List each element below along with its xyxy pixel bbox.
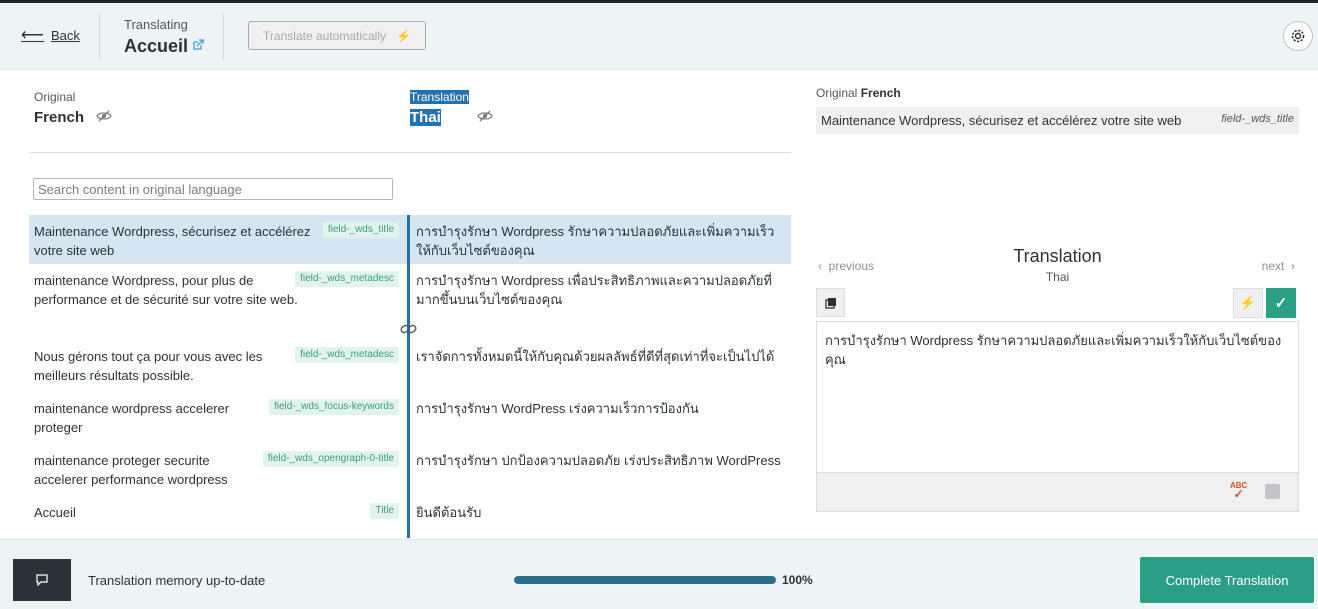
external-link-icon[interactable] <box>192 39 204 54</box>
copy-icon <box>824 297 836 309</box>
field-badge: field-_wds_focus-keywords <box>268 399 399 415</box>
translation-text: การบำรุงรักษา Wordpress เพื่อประสิทธิภาพ… <box>407 264 791 340</box>
original-cell: maintenance wordpress accelerer proteger… <box>29 392 407 444</box>
arrow-left-icon: ⟵ <box>21 26 44 44</box>
field-badge: field-_wds_opengraph-0-title <box>262 451 399 467</box>
translation-text: การบำรุงรักษา Wordpress รักษาความปลอดภัย… <box>407 215 791 264</box>
comments-button[interactable] <box>13 559 71 601</box>
complete-translation-button[interactable]: Complete Translation <box>1140 557 1314 603</box>
translate-automatically-button[interactable]: Translate automatically ⚡ <box>248 21 426 50</box>
original-language-name: French <box>34 109 85 126</box>
translation-label: Translation <box>410 90 493 104</box>
translation-textarea[interactable]: การบำรุงรักษา Wordpress รักษาความปลอดภัย… <box>817 322 1298 378</box>
progress-bar <box>514 576 776 584</box>
chevron-right-icon: › <box>1291 259 1295 273</box>
field-badge: field-_wds_title <box>322 222 399 238</box>
original-language: French <box>860 86 901 100</box>
string-row[interactable]: Accueil Title ยินดีต้อนรับ <box>29 496 791 538</box>
original-language-header: Original French <box>34 90 112 126</box>
string-row[interactable]: Nous gérons tout ça pour vous avec les m… <box>29 340 791 392</box>
bolt-icon: ⚡ <box>1239 295 1257 310</box>
field-badge: field-_wds_metadesc <box>295 271 399 287</box>
check-icon: ✓ <box>1274 295 1288 312</box>
field-badge: field-_wds_metadesc <box>295 347 399 363</box>
string-row[interactable]: maintenance proteger securite accelerer … <box>29 444 791 496</box>
spellcheck-icon[interactable]: ABC ✓ <box>1230 482 1247 501</box>
eye-hidden-icon[interactable] <box>96 110 112 125</box>
bolt-icon: ⚡ <box>396 28 411 43</box>
divider <box>223 14 224 60</box>
original-cell: maintenance Wordpress, pour plus de perf… <box>29 264 407 340</box>
settings-button[interactable] <box>1283 21 1313 51</box>
string-row[interactable]: maintenance wordpress accelerer proteger… <box>29 392 791 444</box>
next-label: next <box>1261 259 1285 273</box>
translation-text: การบำรุงรักษา WordPress เร่งความเร็วการป… <box>407 392 791 444</box>
original-cell: Maintenance Wordpress, sécurisez et accé… <box>29 215 407 264</box>
translate-automatically-label: Translate automatically <box>263 28 386 43</box>
original-field-name: field-_wds_title <box>1221 113 1294 125</box>
copy-original-button[interactable] <box>816 288 845 317</box>
auto-translate-string-button[interactable]: ⚡ <box>1233 288 1263 318</box>
divider <box>29 152 791 153</box>
next-button[interactable]: next › <box>1262 259 1295 273</box>
original-cell: Nous gérons tout ça pour vous avec les m… <box>29 340 407 392</box>
original-text: Accueil <box>34 505 76 520</box>
translation-text: การบำรุงรักษา ปกป้องความปลอดภัย เร่งประส… <box>407 444 791 496</box>
navigation-row: ‹ previous Translation Thai next › <box>816 246 1299 286</box>
eye-hidden-icon[interactable] <box>477 110 493 125</box>
translating-label: Translating <box>124 17 188 32</box>
translation-language: Thai <box>1045 270 1070 284</box>
divider <box>99 14 100 60</box>
page-title-text: Accueil <box>124 36 189 56</box>
original-source-text: Maintenance Wordpress, sécurisez et accé… <box>821 113 1182 128</box>
original-language: French <box>34 109 112 126</box>
original-label: Original <box>34 90 76 104</box>
search-input[interactable]: Search content in original language <box>33 178 393 200</box>
original-cell: maintenance proteger securite accelerer … <box>29 444 407 496</box>
translation-title: Translation <box>1013 246 1102 266</box>
progress-fill <box>514 576 776 584</box>
translation-memory-status: Translation memory up-to-date <box>88 573 266 588</box>
save-translation-button[interactable]: ✓ <box>1266 288 1296 318</box>
footer-bar: Translation memory up-to-date 100% Compl… <box>0 539 1318 609</box>
field-badge: Title <box>370 503 399 519</box>
original-cell: Accueil Title <box>29 496 407 538</box>
glossary-icon[interactable] <box>1265 484 1280 499</box>
original-label: Original <box>816 86 858 100</box>
string-row[interactable]: Maintenance Wordpress, sécurisez et accé… <box>29 215 791 264</box>
editor-panel: Original French Maintenance Wordpress, s… <box>816 86 1299 512</box>
back-label: Back <box>50 28 80 43</box>
translation-language-name: Thai <box>410 109 441 126</box>
translation-language-header: Translation Thai <box>410 90 493 126</box>
translation-editor[interactable]: การบำรุงรักษา Wordpress รักษาความปลอดภัย… <box>816 321 1299 512</box>
back-button[interactable]: ⟵ Back <box>21 26 80 44</box>
gear-icon <box>1291 29 1305 43</box>
comment-icon <box>36 574 48 586</box>
page-title: Accueil <box>124 36 204 57</box>
editor-header: ⟵ Back Translating Accueil Translate aut… <box>0 3 1318 70</box>
strings-list: Maintenance Wordpress, sécurisez et accé… <box>29 215 791 538</box>
translation-text: ยินดีต้อนรับ <box>407 496 791 538</box>
link-icon[interactable] <box>399 321 419 337</box>
translation-label-text: Translation <box>410 90 469 104</box>
translation-language: Thai <box>410 109 493 126</box>
editor-toolbar: ABC ✓ <box>817 472 1298 511</box>
original-info: Original French <box>816 86 1299 100</box>
translation-text: เราจัดการทั้งหมดนี้ให้กับคุณด้วยผลลัพธ์ท… <box>407 340 791 392</box>
original-source-box: Maintenance Wordpress, sécurisez et accé… <box>816 107 1299 134</box>
progress-percent: 100% <box>782 573 813 587</box>
